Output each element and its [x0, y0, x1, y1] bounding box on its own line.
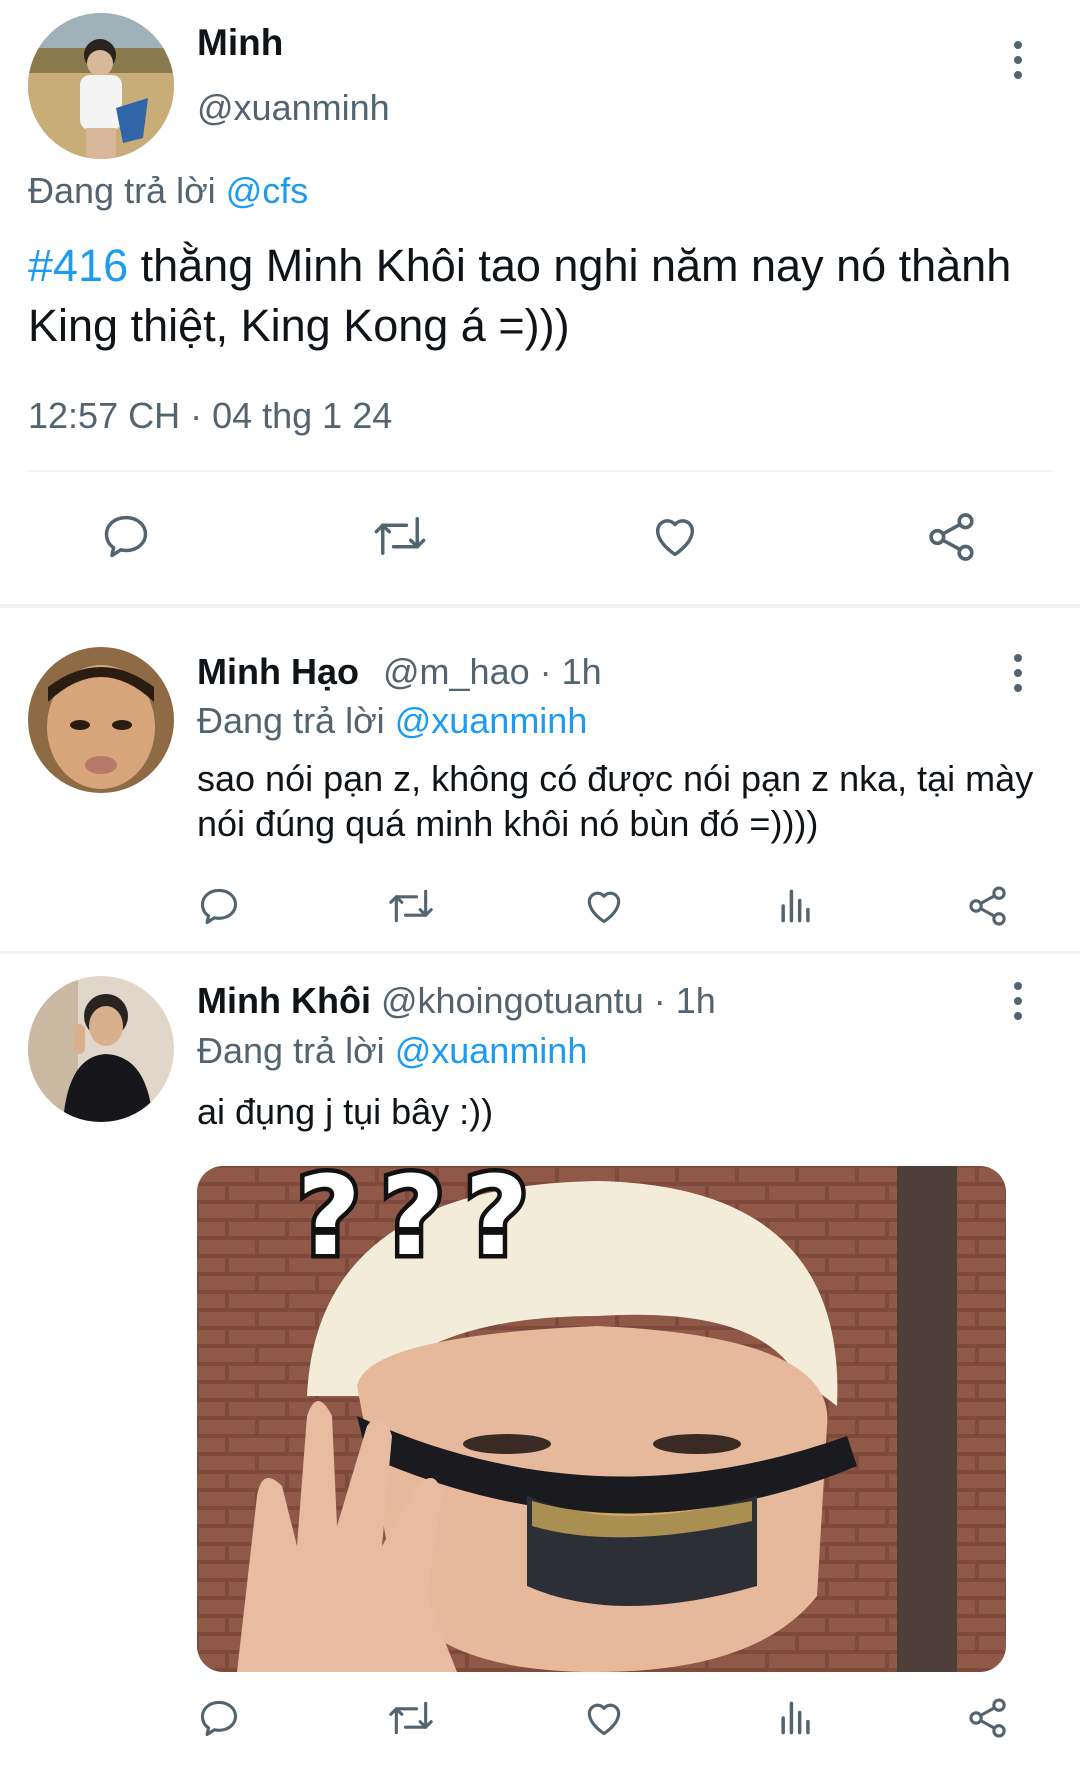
tweet-text: #416 thằng Minh Khôi tao nghi năm nay nó…	[28, 236, 1038, 356]
tweet-body: thằng Minh Khôi tao nghi năm nay nó thàn…	[28, 240, 1012, 351]
avatar-minh-khoi[interactable]	[28, 976, 174, 1122]
analytics-icon[interactable]	[774, 884, 818, 928]
reply-context: Đang trả lời @xuanminh	[197, 700, 587, 742]
reply-time[interactable]: · 1h	[540, 651, 602, 692]
avatar-minh-hao[interactable]	[28, 647, 174, 793]
section-divider	[0, 951, 1080, 954]
section-divider	[0, 604, 1080, 608]
reply-header: Minh Khôi @khoingotuantu · 1h	[197, 980, 716, 1022]
author-handle[interactable]: @khoingotuantu	[381, 980, 644, 1021]
divider	[28, 470, 1052, 472]
share-icon[interactable]	[966, 884, 1010, 928]
reply-context: Đang trả lời @cfs	[28, 170, 308, 212]
reply-context-label: Đang trả lời	[197, 700, 385, 741]
reply-context: Đang trả lời @xuanminh	[197, 1030, 587, 1072]
analytics-icon[interactable]	[774, 1696, 818, 1740]
reply-time[interactable]: · 1h	[654, 980, 716, 1021]
author-handle[interactable]: @xuanminh	[197, 87, 390, 129]
retweet-icon[interactable]	[387, 1696, 435, 1740]
share-icon[interactable]	[925, 510, 979, 564]
reply-context-label: Đang trả lời	[197, 1030, 385, 1071]
reply-icon[interactable]	[100, 510, 152, 562]
author-name[interactable]: Minh Khôi	[197, 980, 371, 1021]
reply-to-handle[interactable]: @xuanminh	[395, 700, 588, 741]
author-handle[interactable]: @m_hao	[383, 651, 530, 692]
retweet-icon[interactable]	[387, 884, 435, 928]
reply-text: sao nói pạn z, không có được nói pạn z n…	[197, 758, 1034, 844]
author-name[interactable]: Minh	[197, 22, 283, 64]
reply-icon[interactable]	[197, 1696, 241, 1740]
reply-media-image[interactable]: ???	[197, 1166, 1006, 1672]
retweet-icon[interactable]	[372, 510, 428, 562]
reply-header: Minh Hạo @m_hao · 1h	[197, 651, 602, 693]
avatar-minh[interactable]	[28, 13, 174, 159]
tweet-timestamp[interactable]: 12:57 CH · 04 thg 1 24	[28, 395, 392, 437]
question-marks: ???	[297, 1166, 548, 1280]
more-options-icon[interactable]	[998, 643, 1038, 703]
more-options-icon[interactable]	[998, 971, 1038, 1031]
reply-to-handle[interactable]: @xuanminh	[395, 1030, 588, 1071]
like-icon[interactable]	[582, 884, 626, 928]
share-icon[interactable]	[966, 1696, 1010, 1740]
like-icon[interactable]	[582, 1696, 626, 1740]
like-icon[interactable]	[648, 510, 702, 562]
author-name[interactable]: Minh Hạo	[197, 651, 359, 692]
more-options-icon[interactable]	[998, 30, 1038, 90]
hashtag[interactable]: #416	[28, 240, 128, 291]
reply-context-label: Đang trả lời	[28, 170, 216, 211]
reply-icon[interactable]	[197, 884, 241, 928]
reply-to-handle[interactable]: @cfs	[226, 170, 309, 211]
reply-text: ai đụng j tụi bây :))	[197, 1091, 494, 1132]
